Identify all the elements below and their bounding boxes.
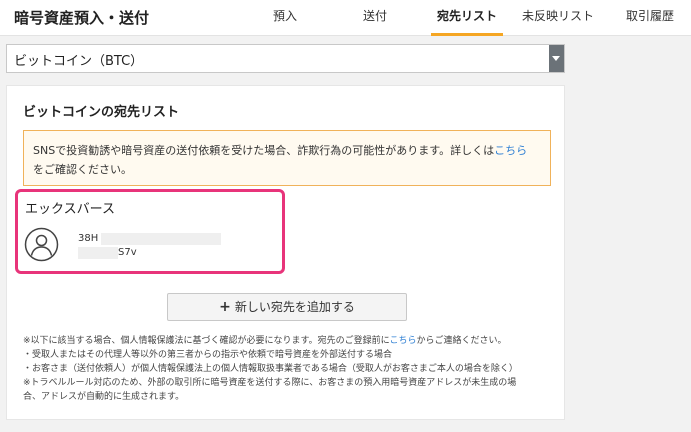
- redacted-address-part: [78, 247, 118, 259]
- warning-text: SNSで投資勧誘や暗号資産の送付依頼を受けた場合、詐欺行為の可能性があります。詳…: [33, 144, 495, 157]
- address-entry[interactable]: エックスバース 38H S7v: [15, 189, 285, 274]
- warning-text-2: をご確認ください。: [33, 163, 132, 176]
- notes-section: ※以下に該当する場合、個人情報保護法に基づく確認が必要になります。宛先のご登録前…: [23, 334, 558, 404]
- tab-transaction-history[interactable]: 取引履歴: [620, 0, 680, 36]
- note-line-1: ※以下に該当する場合、個人情報保護法に基づく確認が必要になります。宛先のご登録前…: [23, 336, 390, 346]
- tab-unreflected-list[interactable]: 未反映リスト: [518, 0, 598, 36]
- note-line-4: ※トラベルルール対応のため、外部の取引所に暗号資産を送付する際に、お客さまの預入…: [23, 378, 517, 388]
- add-address-button[interactable]: + 新しい宛先を追加する: [167, 293, 407, 321]
- page-title: 暗号資産預入・送付: [14, 9, 150, 27]
- note-line-2: ・受取人またはその代理人等以外の第三者からの指示や依頼で暗号資産を外部送付する場…: [23, 350, 393, 360]
- redacted-address-part: [101, 233, 221, 245]
- address-name: エックスバース: [25, 202, 115, 217]
- user-avatar-icon: [24, 227, 59, 262]
- tab-address-list[interactable]: 宛先リスト: [431, 0, 503, 36]
- note-line-3: ・お客さま（送付依頼人）が個人情報保護法上の個人情報取扱事業者である場合（受取人…: [23, 364, 518, 374]
- note-line-5: 合、アドレスが自動的に生成されます。: [23, 392, 185, 402]
- notes-contact-link[interactable]: こちら: [389, 336, 416, 346]
- note-line-1-post: からご連絡ください。: [416, 336, 507, 346]
- currency-select-value: ビットコイン（BTC）: [14, 54, 144, 69]
- add-address-label: 新しい宛先を追加する: [234, 300, 355, 314]
- warning-link[interactable]: こちら: [494, 144, 527, 157]
- tab-deposit[interactable]: 預入: [268, 0, 302, 36]
- address-line-2: S7v: [118, 247, 137, 258]
- currency-select[interactable]: ビットコイン（BTC）: [6, 44, 565, 73]
- tab-send[interactable]: 送付: [357, 0, 393, 36]
- card-title: ビットコインの宛先リスト: [23, 105, 180, 120]
- address-line-1: 38H: [78, 233, 99, 244]
- address-list-card: ビットコインの宛先リスト SNSで投資勧誘や暗号資産の送付依頼を受けた場合、詐欺…: [6, 85, 565, 420]
- chevron-down-icon[interactable]: [549, 45, 564, 72]
- plus-icon: +: [219, 299, 231, 315]
- header-bar: 暗号資産預入・送付 預入 送付 宛先リスト 未反映リスト 取引履歴: [0, 0, 691, 36]
- fraud-warning-box: SNSで投資勧誘や暗号資産の送付依頼を受けた場合、詐欺行為の可能性があります。詳…: [23, 130, 551, 186]
